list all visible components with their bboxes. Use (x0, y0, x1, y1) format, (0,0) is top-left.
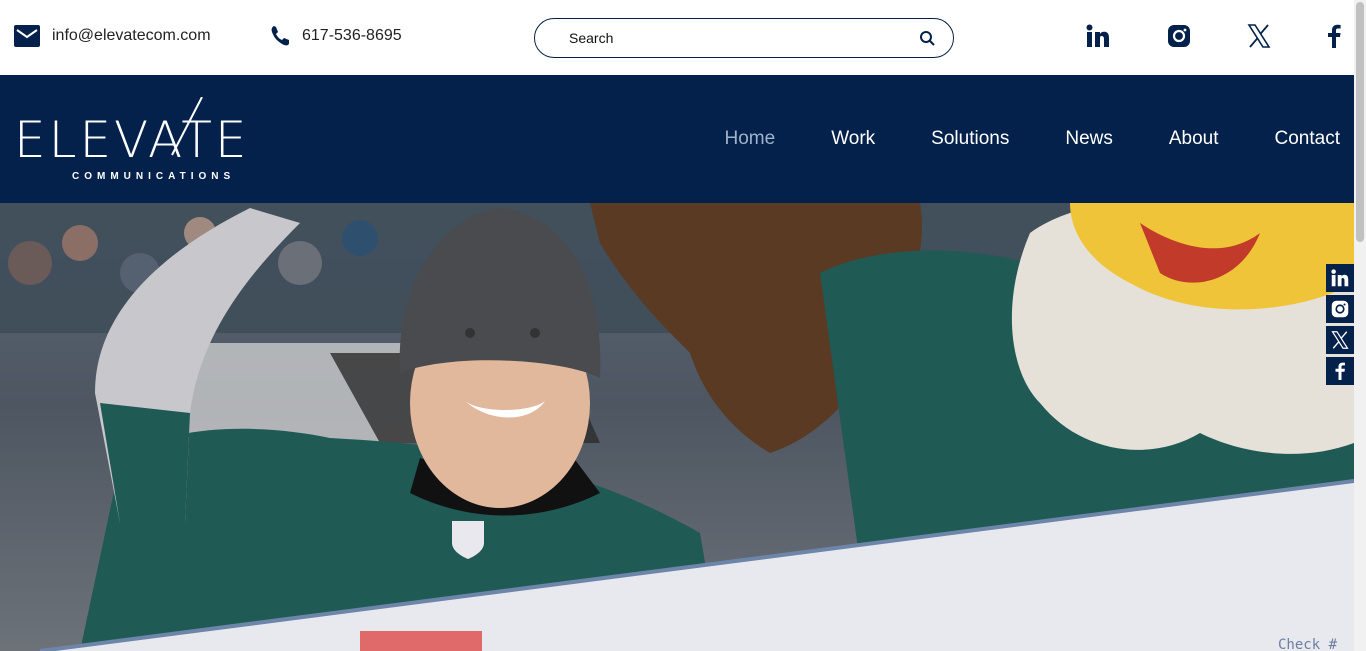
nav-solutions[interactable]: Solutions (931, 128, 1009, 150)
main-nav: Home Work Solutions News About Contact (725, 75, 1341, 203)
side-linkedin-icon[interactable] (1326, 264, 1354, 292)
check-label: Check # (1278, 637, 1338, 651)
phone-link[interactable]: 617-536-8695 (270, 25, 402, 47)
logo-subtitle: COMMUNICATIONS (72, 171, 236, 182)
nav-work[interactable]: Work (831, 128, 875, 150)
search-input[interactable] (569, 30, 919, 46)
linkedin-icon[interactable] (1086, 24, 1110, 48)
facebook-icon[interactable] (1326, 24, 1342, 48)
nav-news[interactable]: News (1065, 128, 1113, 150)
email-link[interactable]: info@elevatecom.com (14, 25, 211, 47)
x-icon[interactable] (1247, 24, 1271, 48)
phone-text: 617-536-8695 (302, 27, 402, 44)
nav-contact[interactable]: Contact (1275, 128, 1340, 150)
scrollbar[interactable] (1354, 0, 1366, 651)
hero-photo-illustration: Check # (0, 203, 1354, 651)
top-bar: info@elevatecom.com 617-536-8695 (0, 0, 1354, 75)
instagram-icon[interactable] (1167, 24, 1191, 48)
search-box (534, 18, 954, 58)
scrollbar-thumb[interactable] (1356, 2, 1364, 242)
nav-about[interactable]: About (1169, 128, 1219, 150)
site-logo[interactable]: ELEVATE COMMUNICATIONS (14, 97, 294, 183)
logo-wordmark: ELEVATE (14, 111, 250, 169)
email-text: info@elevatecom.com (52, 27, 211, 44)
side-social-bar (1326, 264, 1354, 385)
nav-home[interactable]: Home (725, 128, 776, 150)
side-x-icon[interactable] (1326, 326, 1354, 354)
side-facebook-icon[interactable] (1326, 357, 1354, 385)
phone-icon (270, 25, 290, 47)
main-navbar: ELEVATE COMMUNICATIONS Home Work Solutio… (0, 75, 1354, 203)
side-instagram-icon[interactable] (1326, 295, 1354, 323)
envelope-icon (14, 25, 40, 47)
search-icon[interactable] (919, 30, 935, 46)
hero-image: Check # (0, 203, 1354, 651)
